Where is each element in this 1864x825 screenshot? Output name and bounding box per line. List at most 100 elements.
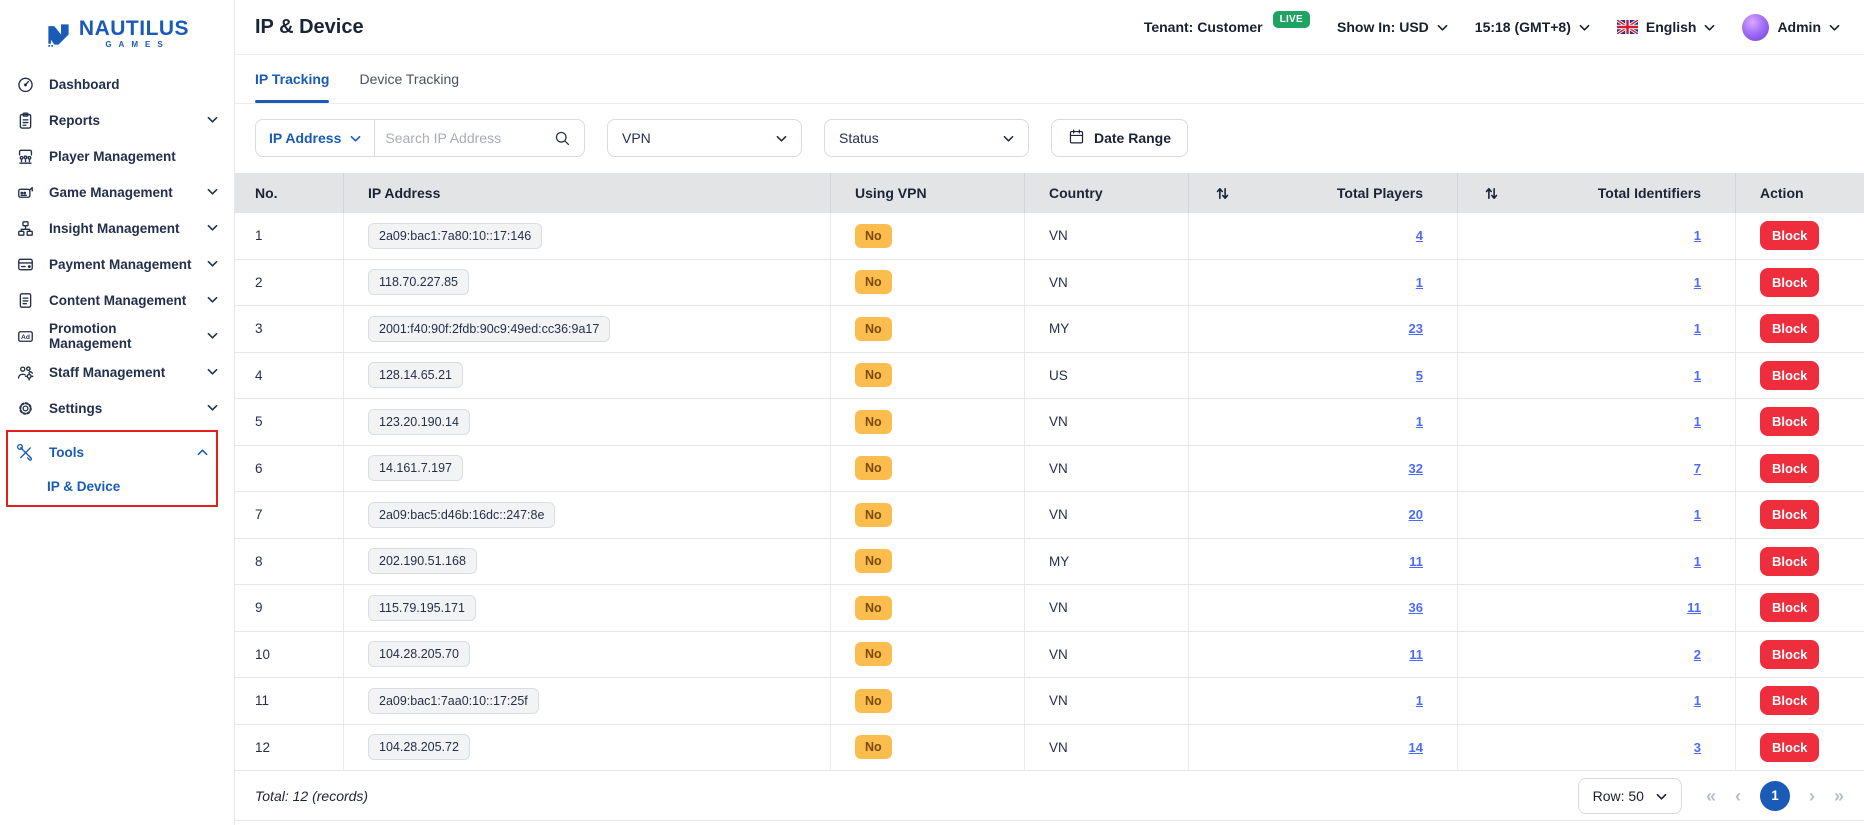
sort-icon[interactable]: [1215, 186, 1230, 201]
column-header-vpn: Using VPN: [831, 173, 1025, 213]
table-row: 7 2a09:bac5:d46b:16dc::247:8e No VN 20 1…: [235, 492, 1864, 539]
total-players-link[interactable]: 23: [1409, 321, 1423, 336]
row-number: 5: [235, 399, 344, 445]
row-number: 9: [235, 585, 344, 631]
sidebar-item-reports[interactable]: Reports: [0, 102, 234, 138]
language-selector[interactable]: English: [1617, 19, 1716, 35]
chevron-down-icon: [1003, 130, 1014, 146]
total-identifiers-link[interactable]: 1: [1694, 693, 1701, 708]
user-menu[interactable]: Admin: [1742, 14, 1840, 41]
total-identifiers-link[interactable]: 11: [1687, 600, 1701, 615]
sidebar-item-ip-device[interactable]: IP & Device: [8, 470, 216, 503]
total-identifiers-link[interactable]: 1: [1694, 554, 1701, 569]
sidebar-item-staff-management[interactable]: Staff Management: [0, 354, 234, 390]
sidebar-item-player-management[interactable]: Player Management: [0, 138, 234, 174]
vpn-status-badge: No: [855, 642, 892, 666]
sidebar-item-dashboard[interactable]: Dashboard: [0, 66, 234, 102]
country-cell: VN: [1025, 446, 1189, 492]
search-icon[interactable]: [553, 129, 571, 147]
block-button[interactable]: Block: [1760, 221, 1819, 250]
block-button[interactable]: Block: [1760, 268, 1819, 297]
block-button[interactable]: Block: [1760, 500, 1819, 529]
ip-address-chip: 115.79.195.171: [368, 595, 476, 621]
vpn-status-badge: No: [855, 363, 892, 387]
block-button[interactable]: Block: [1760, 547, 1819, 576]
total-players-link[interactable]: 20: [1409, 507, 1423, 522]
sidebar-item-content-management[interactable]: Content Management: [0, 282, 234, 318]
total-players-link[interactable]: 11: [1409, 554, 1423, 569]
total-identifiers-link[interactable]: 1: [1694, 368, 1701, 383]
total-players-link[interactable]: 32: [1409, 461, 1423, 476]
sidebar-item-settings[interactable]: Settings: [0, 390, 234, 426]
rows-per-page-selector[interactable]: Row: 50: [1578, 778, 1682, 814]
tab-device-tracking[interactable]: Device Tracking: [359, 55, 459, 103]
block-button[interactable]: Block: [1760, 686, 1819, 715]
total-identifiers-link[interactable]: 2: [1694, 647, 1701, 662]
block-button[interactable]: Block: [1760, 733, 1819, 762]
status-filter-dropdown[interactable]: Status: [824, 119, 1029, 157]
previous-page-button[interactable]: ‹: [1735, 787, 1741, 805]
chevron-down-icon: [350, 130, 361, 146]
table-footer: Total: 12 (records) Row: 50 « ‹ 1 › »: [235, 771, 1864, 821]
total-players-link[interactable]: 4: [1416, 228, 1423, 243]
last-page-button[interactable]: »: [1834, 787, 1844, 805]
search-input[interactable]: [375, 130, 553, 146]
first-page-button[interactable]: «: [1706, 787, 1716, 805]
tab-ip-tracking[interactable]: IP Tracking: [255, 55, 329, 103]
block-button[interactable]: Block: [1760, 640, 1819, 669]
sidebar-item-tools[interactable]: Tools: [8, 434, 216, 470]
ip-address-chip: 104.28.205.72: [368, 734, 470, 760]
vpn-filter-dropdown[interactable]: VPN: [607, 119, 802, 157]
chevron-down-icon: [776, 130, 787, 146]
total-players-link[interactable]: 11: [1409, 647, 1423, 662]
block-button[interactable]: Block: [1760, 361, 1819, 390]
sidebar-item-promotion-management[interactable]: Ad Promotion Management: [0, 318, 234, 354]
country-cell: VN: [1025, 399, 1189, 445]
total-players-link[interactable]: 1: [1416, 693, 1423, 708]
sort-icon[interactable]: [1484, 186, 1499, 201]
total-identifiers-link[interactable]: 1: [1694, 414, 1701, 429]
search-field-selector[interactable]: IP Address: [256, 120, 374, 156]
total-players-link[interactable]: 1: [1416, 414, 1423, 429]
brand-logo: NAUTILUS GAMES: [0, 0, 234, 62]
block-button[interactable]: Block: [1760, 314, 1819, 343]
table-row: 10 104.28.205.70 No VN 11 2 Block: [235, 632, 1864, 679]
sidebar-item-payment-management[interactable]: Payment Management: [0, 246, 234, 282]
next-page-button[interactable]: ›: [1809, 787, 1815, 805]
total-identifiers-link[interactable]: 1: [1694, 275, 1701, 290]
total-players-link[interactable]: 36: [1409, 600, 1423, 615]
ip-address-chip: 2a09:bac1:7aa0:10::17:25f: [368, 688, 539, 714]
timezone-selector[interactable]: 15:18 (GMT+8): [1475, 19, 1590, 35]
current-page-button[interactable]: 1: [1760, 781, 1790, 811]
table-row: 4 128.14.65.21 No US 5 1 Block: [235, 353, 1864, 400]
date-range-button[interactable]: Date Range: [1051, 119, 1188, 157]
total-identifiers-link[interactable]: 1: [1694, 321, 1701, 336]
credit-card-icon: [15, 254, 35, 274]
sitemap-icon: [15, 218, 35, 238]
table-row: 12 104.28.205.72 No VN 14 3 Block: [235, 725, 1864, 772]
currency-selector[interactable]: Show In: USD: [1337, 19, 1448, 35]
sidebar-item-label: Reports: [49, 113, 193, 128]
total-identifiers-link[interactable]: 7: [1694, 461, 1701, 476]
total-players-link[interactable]: 5: [1416, 368, 1423, 383]
tenant-indicator: Tenant: Customer LIVE: [1144, 19, 1310, 36]
ip-address-chip: 2a09:bac5:d46b:16dc::247:8e: [368, 502, 555, 528]
column-header-country: Country: [1025, 173, 1189, 213]
column-header-total-identifiers: Total Identifiers: [1458, 173, 1736, 213]
sidebar-item-game-management[interactable]: Game Management: [0, 174, 234, 210]
column-header-ip: IP Address: [344, 173, 831, 213]
sidebar-subitem-label: IP & Device: [47, 479, 120, 494]
table-row: 11 2a09:bac1:7aa0:10::17:25f No VN 1 1 B…: [235, 678, 1864, 725]
total-players-link[interactable]: 1: [1416, 275, 1423, 290]
total-identifiers-link[interactable]: 3: [1694, 740, 1701, 755]
sidebar: NAUTILUS GAMES Dashboard Reports: [0, 0, 235, 825]
chevron-down-icon: [1656, 788, 1667, 804]
block-button[interactable]: Block: [1760, 407, 1819, 436]
total-identifiers-link[interactable]: 1: [1694, 228, 1701, 243]
sidebar-item-insight-management[interactable]: Insight Management: [0, 210, 234, 246]
block-button[interactable]: Block: [1760, 454, 1819, 483]
total-identifiers-link[interactable]: 1: [1694, 507, 1701, 522]
block-button[interactable]: Block: [1760, 593, 1819, 622]
tools-icon: [15, 442, 35, 462]
total-players-link[interactable]: 14: [1409, 740, 1423, 755]
